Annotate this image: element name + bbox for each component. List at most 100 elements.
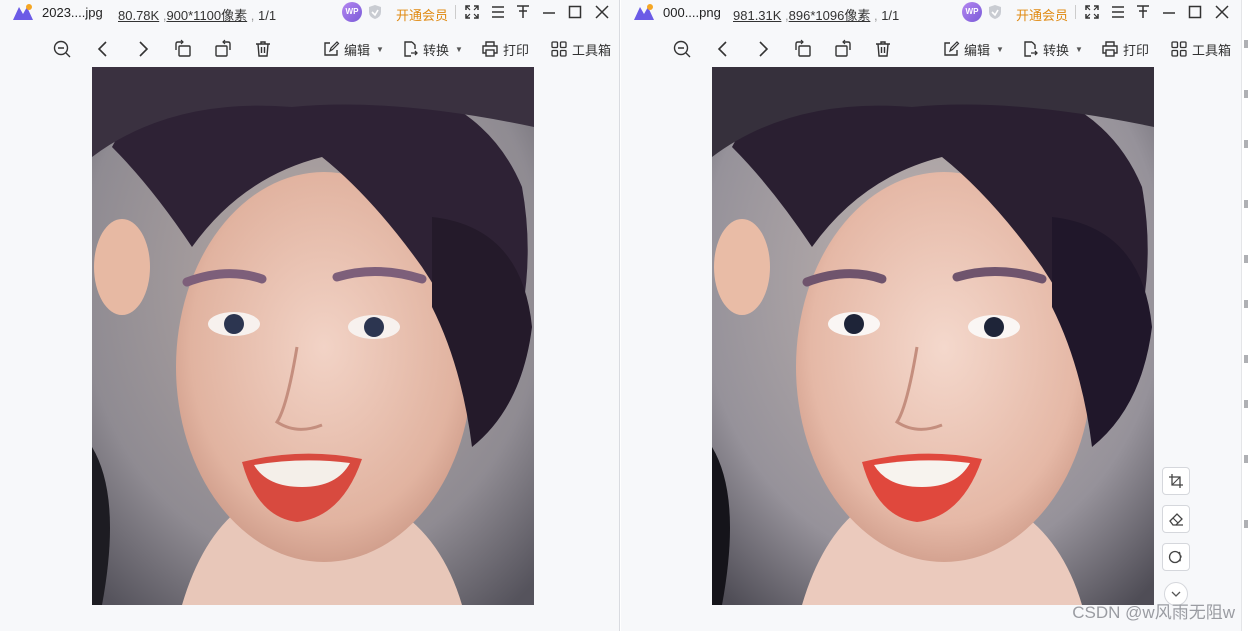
edit-menu[interactable]: 编辑 ▼ xyxy=(942,36,1004,62)
chevron-down-icon: ▼ xyxy=(455,44,463,54)
print-icon xyxy=(1102,41,1118,57)
background-window-edge xyxy=(1241,0,1249,631)
image-canvas xyxy=(92,67,534,605)
convert-icon xyxy=(404,41,418,57)
pin-icon[interactable] xyxy=(1134,3,1152,21)
cutout-button[interactable] xyxy=(1162,543,1190,571)
convert-icon xyxy=(1024,41,1038,57)
previous-button[interactable] xyxy=(94,36,112,62)
previous-icon xyxy=(97,41,107,57)
vip-link[interactable]: 开通会员 xyxy=(1016,5,1068,24)
convert-menu[interactable]: 转换 ▼ xyxy=(1021,36,1083,62)
maximize-icon[interactable] xyxy=(1186,3,1204,21)
toolbar: 编辑 ▼ 转换 ▼ 打印 工具箱 xyxy=(621,36,1248,62)
rotate-right-button[interactable] xyxy=(833,36,853,62)
file-name: 2023....jpg xyxy=(42,5,103,20)
portrait-photo xyxy=(92,67,534,605)
image-dimensions[interactable]: 896*1096像素 xyxy=(789,8,871,23)
menu-icon[interactable] xyxy=(1109,3,1127,21)
chevron-down-icon: ▼ xyxy=(376,44,384,54)
previous-button[interactable] xyxy=(714,36,732,62)
toolbox-button[interactable]: 工具箱 xyxy=(1170,36,1231,62)
shield-icon[interactable] xyxy=(367,4,383,20)
file-name: 000....png xyxy=(663,5,721,20)
close-icon[interactable] xyxy=(593,3,611,21)
account-avatar[interactable]: WP xyxy=(342,2,362,22)
file-info: 981.31K ,896*1096像素 , 1/1 xyxy=(733,8,900,23)
chevron-down-icon: ▼ xyxy=(996,44,1004,54)
image-dimensions[interactable]: 900*1100像素 xyxy=(166,8,247,23)
rotate-left-button[interactable] xyxy=(793,36,813,62)
minimize-icon[interactable] xyxy=(1160,3,1178,21)
print-button[interactable]: 打印 xyxy=(481,36,529,62)
menu-icon[interactable] xyxy=(489,3,507,21)
toolbox-label: 工具箱 xyxy=(1192,42,1232,58)
edge-glyph xyxy=(1244,200,1248,208)
chevron-down-icon: ▼ xyxy=(1075,44,1083,54)
next-button[interactable] xyxy=(134,36,152,62)
app-logo-icon xyxy=(13,4,33,20)
file-size[interactable]: 981.31K xyxy=(733,8,781,23)
next-button[interactable] xyxy=(754,36,772,62)
zoom-out-button[interactable] xyxy=(672,36,692,62)
image-viewer-right: 000....png 981.31K ,896*1096像素 , 1/1 WP … xyxy=(621,0,1248,631)
rotate-right-button[interactable] xyxy=(213,36,233,62)
close-icon[interactable] xyxy=(1213,3,1231,21)
rotate-right-icon xyxy=(215,39,231,57)
print-icon xyxy=(482,41,498,57)
fullscreen-icon[interactable] xyxy=(463,3,481,21)
page-indicator: 1/1 xyxy=(881,8,900,23)
file-size[interactable]: 80.78K xyxy=(118,8,159,23)
toolbox-label: 工具箱 xyxy=(572,42,612,58)
file-info: 80.78K ,900*1100像素 , 1/1 xyxy=(118,8,277,23)
crop-button[interactable] xyxy=(1162,467,1190,495)
edge-glyph xyxy=(1244,255,1248,263)
edge-glyph xyxy=(1244,355,1248,363)
print-button[interactable]: 打印 xyxy=(1101,36,1149,62)
toolbox-icon xyxy=(551,41,567,57)
fullscreen-icon[interactable] xyxy=(1083,3,1101,21)
edge-glyph xyxy=(1244,520,1248,528)
edge-glyph xyxy=(1244,140,1248,148)
edge-glyph xyxy=(1244,300,1248,308)
minimize-icon[interactable] xyxy=(540,3,558,21)
print-label: 打印 xyxy=(1123,42,1150,58)
shield-icon[interactable] xyxy=(987,4,1003,20)
edit-menu[interactable]: 编辑 ▼ xyxy=(322,36,384,62)
page-indicator: 1/1 xyxy=(258,8,277,23)
edge-glyph xyxy=(1244,400,1248,408)
maximize-icon[interactable] xyxy=(566,3,584,21)
edge-glyph xyxy=(1244,90,1248,98)
convert-label: 转换 xyxy=(1043,42,1070,58)
app-logo-icon xyxy=(634,4,654,20)
cutout-icon xyxy=(1168,550,1182,564)
delete-button[interactable] xyxy=(873,36,893,62)
portrait-photo xyxy=(712,67,1154,605)
crop-icon xyxy=(1169,474,1183,488)
rotate-right-icon xyxy=(835,39,851,57)
rotate-left-button[interactable] xyxy=(173,36,193,62)
edit-icon xyxy=(324,41,340,56)
image-viewer-left: 2023....jpg 80.78K ,900*1100像素 , 1/1 WP … xyxy=(0,0,620,631)
toolbar: 编辑 ▼ 转换 ▼ 打印 工具箱 xyxy=(0,36,619,62)
convert-label: 转换 xyxy=(423,42,450,58)
image-canvas xyxy=(712,67,1154,605)
next-icon xyxy=(139,41,149,57)
edit-label: 编辑 xyxy=(344,42,371,58)
rotate-left-icon xyxy=(175,39,191,57)
title-bar: 2023....jpg 80.78K ,900*1100像素 , 1/1 WP … xyxy=(0,0,619,24)
title-bar: 000....png 981.31K ,896*1096像素 , 1/1 WP … xyxy=(621,0,1248,24)
zoom-out-icon xyxy=(673,40,691,58)
edge-glyph xyxy=(1244,40,1248,48)
vip-link[interactable]: 开通会员 xyxy=(396,5,448,24)
toolbox-icon xyxy=(1171,41,1187,57)
zoom-out-button[interactable] xyxy=(52,36,72,62)
eraser-button[interactable] xyxy=(1162,505,1190,533)
convert-menu[interactable]: 转换 ▼ xyxy=(401,36,463,62)
previous-icon xyxy=(717,41,727,57)
toolbox-button[interactable]: 工具箱 xyxy=(550,36,611,62)
account-avatar[interactable]: WP xyxy=(962,2,982,22)
edit-icon xyxy=(944,41,960,56)
delete-button[interactable] xyxy=(253,36,273,62)
pin-icon[interactable] xyxy=(514,3,532,21)
